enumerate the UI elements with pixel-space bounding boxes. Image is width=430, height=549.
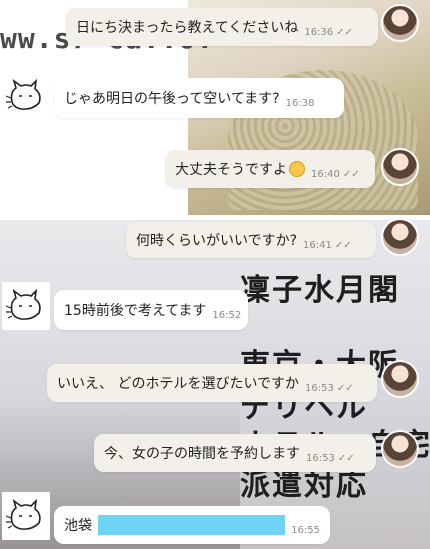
cat-sketch-icon bbox=[5, 288, 41, 320]
message-text: 大丈夫そうですよ bbox=[175, 162, 287, 178]
read-check-icon: ✓✓ bbox=[337, 452, 355, 464]
message-bubble-outgoing[interactable]: 今、女の子の時間を予約します 16:53 ✓✓ bbox=[94, 434, 376, 472]
message-bubble-outgoing[interactable]: 日にち決まったら教えてくださいね 16:36 ✓✓ bbox=[66, 8, 378, 46]
message-text: じゃあ明日の午後って空いてます? bbox=[64, 91, 280, 107]
message-text: 日にち決まったら教えてくださいね bbox=[76, 20, 299, 36]
read-check-icon: ✓✓ bbox=[336, 26, 353, 38]
message-time: 16:41 bbox=[303, 239, 332, 251]
message-bubble-outgoing[interactable]: 何時くらいがいいですか? 16:41 ✓✓ bbox=[126, 222, 376, 258]
read-check-icon: ✓✓ bbox=[334, 239, 352, 251]
message-time: 16:36 bbox=[304, 26, 334, 38]
message-bubble-incoming[interactable]: 15時前後で考えてます 16:52 bbox=[54, 290, 248, 330]
message-text: 15時前後で考えてます bbox=[64, 303, 207, 319]
user-avatar[interactable] bbox=[383, 220, 417, 254]
message-meta: 16:36 ✓✓ bbox=[304, 27, 353, 38]
message-bubble-incoming[interactable]: じゃあ明日の午後って空いてます? 16:38 bbox=[54, 78, 344, 118]
redaction-block bbox=[98, 515, 286, 535]
message-meta: 16:52 bbox=[212, 310, 241, 321]
message-time: 16:55 bbox=[291, 524, 320, 536]
cat-avatar-icon[interactable] bbox=[2, 72, 50, 120]
message-time: 16:52 bbox=[212, 309, 242, 321]
cat-sketch-icon bbox=[5, 498, 41, 530]
user-avatar[interactable] bbox=[383, 150, 417, 184]
message-meta: 16:55 bbox=[291, 525, 320, 536]
message-time: 16:53 bbox=[306, 452, 335, 464]
message-bubble-incoming[interactable]: 池袋 16:55 bbox=[54, 506, 330, 544]
poster-line-1: 凜子水月閣 bbox=[240, 273, 400, 308]
message-text: 池袋 bbox=[64, 518, 92, 534]
user-avatar[interactable] bbox=[383, 432, 417, 466]
message-time: 16:53 bbox=[305, 382, 334, 394]
message-meta: 16:38 bbox=[286, 98, 315, 109]
read-check-icon: ✓✓ bbox=[342, 168, 360, 180]
message-text: 何時くらいがいいですか? bbox=[136, 233, 298, 249]
message-text: 今、女の子の時間を予約します bbox=[104, 446, 300, 462]
cat-avatar-icon[interactable] bbox=[2, 282, 50, 330]
message-meta: 16:41 ✓✓ bbox=[303, 240, 352, 251]
message-meta: 16:40 ✓✓ bbox=[311, 169, 360, 180]
message-time: 16:38 bbox=[285, 97, 315, 109]
cat-sketch-icon bbox=[5, 78, 41, 110]
message-meta: 16:53 ✓✓ bbox=[306, 453, 355, 464]
smile-emoji-icon bbox=[289, 161, 305, 177]
user-avatar[interactable] bbox=[383, 6, 417, 40]
cat-avatar-icon[interactable] bbox=[2, 492, 50, 540]
message-meta: 16:53 ✓✓ bbox=[305, 383, 354, 394]
user-avatar[interactable] bbox=[383, 362, 417, 396]
message-bubble-outgoing[interactable]: 大丈夫そうですよ 16:40 ✓✓ bbox=[165, 150, 375, 188]
message-bubble-outgoing[interactable]: いいえ、 どのホテルを選びたいですか 16:53 ✓✓ bbox=[47, 364, 377, 402]
message-text: いいえ、 どのホテルを選びたいですか bbox=[57, 376, 300, 392]
message-time: 16:40 bbox=[311, 168, 340, 180]
read-check-icon: ✓✓ bbox=[336, 382, 354, 394]
